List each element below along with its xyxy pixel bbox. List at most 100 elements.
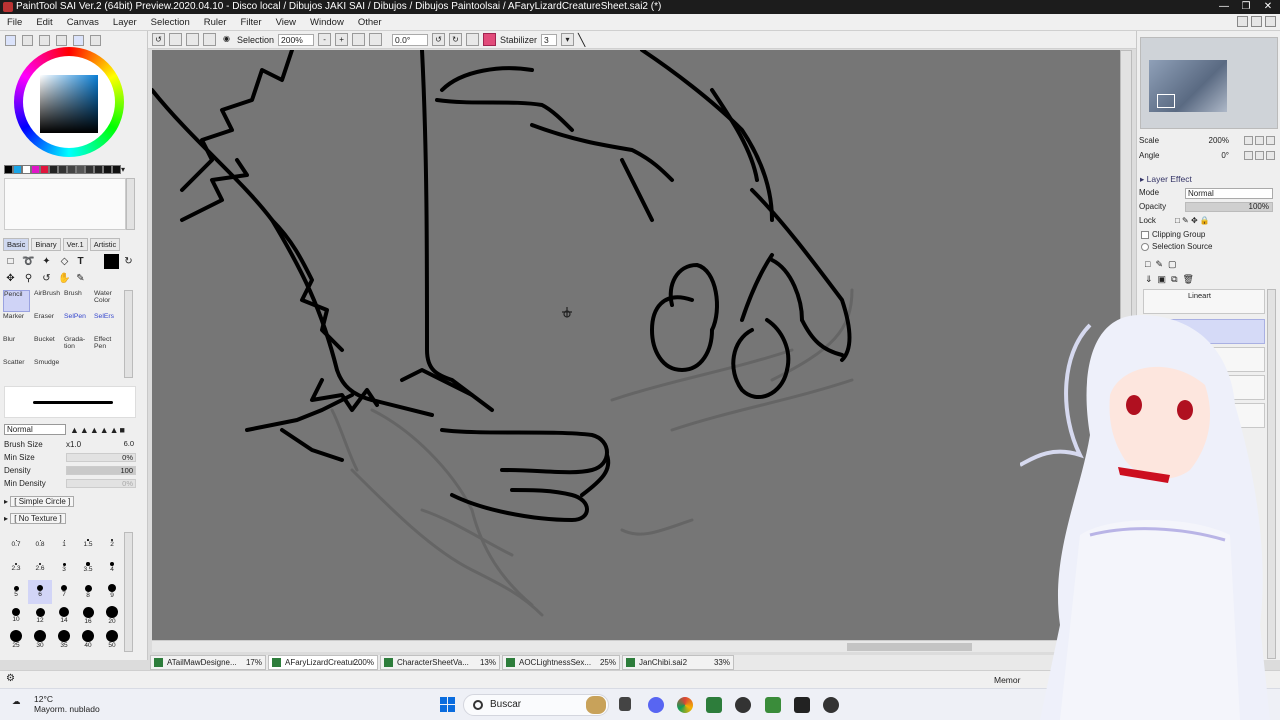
- swatch[interactable]: [112, 165, 121, 174]
- new-folder-icon[interactable]: ▢: [1168, 259, 1182, 269]
- selection-source-checkbox[interactable]: Selection Source: [1141, 242, 1212, 251]
- tab-basic[interactable]: Basic: [3, 238, 30, 251]
- rotate-reset-button[interactable]: [466, 33, 480, 46]
- min-density-slider[interactable]: 0%: [66, 479, 136, 488]
- texture-select[interactable]: [ No Texture ]: [10, 513, 66, 524]
- rotate-ccw-button[interactable]: [1244, 151, 1253, 160]
- brush-marker[interactable]: Marker: [3, 313, 30, 335]
- magic-wand-icon[interactable]: ✦: [40, 255, 53, 268]
- menu-ruler[interactable]: Ruler: [197, 17, 234, 28]
- brush-size-preset[interactable]: 2.3: [4, 556, 28, 580]
- layer-scrollbar[interactable]: [1267, 289, 1276, 659]
- stabilizer-dropdown[interactable]: ▾: [561, 33, 575, 46]
- angle-value[interactable]: 0°: [1221, 151, 1229, 160]
- menu-other[interactable]: Other: [351, 17, 389, 28]
- rotate-cw-button[interactable]: [1255, 151, 1264, 160]
- view-rect[interactable]: [1157, 94, 1175, 108]
- menu-layer[interactable]: Layer: [106, 17, 144, 28]
- new-layer-icon[interactable]: □: [1145, 259, 1155, 269]
- brush-size-preset[interactable]: 16: [76, 604, 100, 628]
- close-button[interactable]: ✕: [1260, 0, 1276, 14]
- settings-icon[interactable]: ⚙: [6, 673, 15, 684]
- swatch[interactable]: [67, 165, 76, 174]
- document-tab[interactable]: AOCLightnessSex... 25%: [502, 655, 620, 670]
- tool-app-icon[interactable]: [735, 697, 751, 713]
- blend-mode-select[interactable]: Normal: [4, 424, 66, 435]
- brush-size-slider[interactable]: 6.0: [86, 440, 136, 449]
- color-square[interactable]: [40, 75, 98, 133]
- rotate-right-button[interactable]: ↻: [449, 33, 463, 46]
- zoom-reset-button[interactable]: [352, 33, 366, 46]
- scale-plus-button[interactable]: [1255, 136, 1264, 145]
- canvas-vertical-scrollbar[interactable]: [1120, 50, 1132, 640]
- zoom-fit-button[interactable]: [369, 33, 383, 46]
- brush-size-preset[interactable]: 9: [100, 580, 124, 604]
- doc-close-button[interactable]: [1265, 16, 1276, 27]
- menu-filter[interactable]: Filter: [233, 17, 268, 28]
- menu-view[interactable]: View: [269, 17, 303, 28]
- brush-size-preset[interactable]: 5: [4, 580, 28, 604]
- brush-size-preset[interactable]: 40: [76, 628, 100, 652]
- eyedropper-icon[interactable]: ✎: [74, 272, 87, 285]
- new-pen-layer-icon[interactable]: ✎: [1155, 259, 1168, 269]
- scale-minus-button[interactable]: [1244, 136, 1253, 145]
- swatch[interactable]: [22, 165, 31, 174]
- obs-icon[interactable]: [823, 697, 839, 713]
- size-presets-scrollbar[interactable]: [124, 532, 133, 652]
- zoom-out-button[interactable]: -: [318, 33, 332, 46]
- brush-size-preset[interactable]: 1: [52, 532, 76, 556]
- swatch[interactable]: [94, 165, 103, 174]
- layer-item[interactable]: [1143, 375, 1265, 400]
- swatch[interactable]: [103, 165, 112, 174]
- layer-item[interactable]: [1143, 403, 1265, 428]
- swatch[interactable]: [31, 165, 40, 174]
- brush-smudge[interactable]: Smudge: [34, 359, 61, 381]
- swatch[interactable]: [4, 165, 13, 174]
- scratchpad-scrollbar[interactable]: [126, 178, 135, 230]
- windows-start-icon[interactable]: [440, 697, 456, 713]
- minecraft-icon[interactable]: [765, 697, 781, 713]
- palette-icon[interactable]: [56, 35, 67, 46]
- rgb-slider-icon[interactable]: [22, 35, 33, 46]
- clear-icon[interactable]: ▣: [1158, 274, 1172, 284]
- scratchpad-icon[interactable]: [90, 35, 101, 46]
- swatch[interactable]: [40, 165, 49, 174]
- zoom-in-button[interactable]: +: [335, 33, 349, 46]
- hsv-slider-icon[interactable]: [39, 35, 50, 46]
- line-tool-icon[interactable]: ╲: [578, 33, 585, 47]
- brush-size-preset[interactable]: 6: [28, 580, 52, 604]
- discord-icon[interactable]: [648, 697, 664, 713]
- brush-watercolor[interactable]: Water Color: [94, 290, 121, 312]
- document-tab[interactable]: ATailMawDesigne... 17%: [150, 655, 266, 670]
- swatch[interactable]: [85, 165, 94, 174]
- brush-gradation[interactable]: Grada- tion: [64, 336, 91, 358]
- layer-mode-select[interactable]: Normal: [1185, 188, 1273, 199]
- brush-size-preset[interactable]: 35: [52, 628, 76, 652]
- brush-size-preset[interactable]: 1.5: [76, 532, 100, 556]
- menu-canvas[interactable]: Canvas: [60, 17, 106, 28]
- brush-size-multiplier[interactable]: x1.0: [66, 440, 81, 449]
- brush-eraser[interactable]: Eraser: [34, 313, 61, 335]
- scale-reset-button[interactable]: [1266, 136, 1275, 145]
- brush-size-preset[interactable]: 0.8: [28, 532, 52, 556]
- navigator-preview[interactable]: [1140, 37, 1278, 129]
- task-view-icon[interactable]: [619, 697, 631, 711]
- doc-restore-button[interactable]: [1251, 16, 1262, 27]
- swatch[interactable]: [58, 165, 67, 174]
- min-size-slider[interactable]: 0%: [66, 453, 136, 462]
- chevron-down-icon[interactable]: ▾: [121, 165, 130, 174]
- trash-icon[interactable]: 🗑: [1183, 274, 1199, 284]
- brush-size-preset[interactable]: 2.6: [28, 556, 52, 580]
- brush-size-preset[interactable]: 7: [52, 580, 76, 604]
- move-icon[interactable]: ✥: [4, 272, 17, 285]
- weather-widget[interactable]: ☁ 12°C Mayorm. nublado: [12, 694, 100, 714]
- brush-selers[interactable]: SelErs: [94, 313, 121, 335]
- brush-size-preset[interactable]: 25: [4, 628, 28, 652]
- brush-size-preset[interactable]: 2: [100, 532, 124, 556]
- brush-brush[interactable]: Brush: [64, 290, 91, 312]
- density-slider[interactable]: 100: [66, 466, 136, 475]
- document-tab[interactable]: JanChibi.sai2 33%: [622, 655, 734, 670]
- brush-scatter[interactable]: Scatter: [3, 359, 30, 381]
- copy-icon[interactable]: [186, 33, 199, 46]
- document-tab[interactable]: CharacterSheetVa... 13%: [380, 655, 500, 670]
